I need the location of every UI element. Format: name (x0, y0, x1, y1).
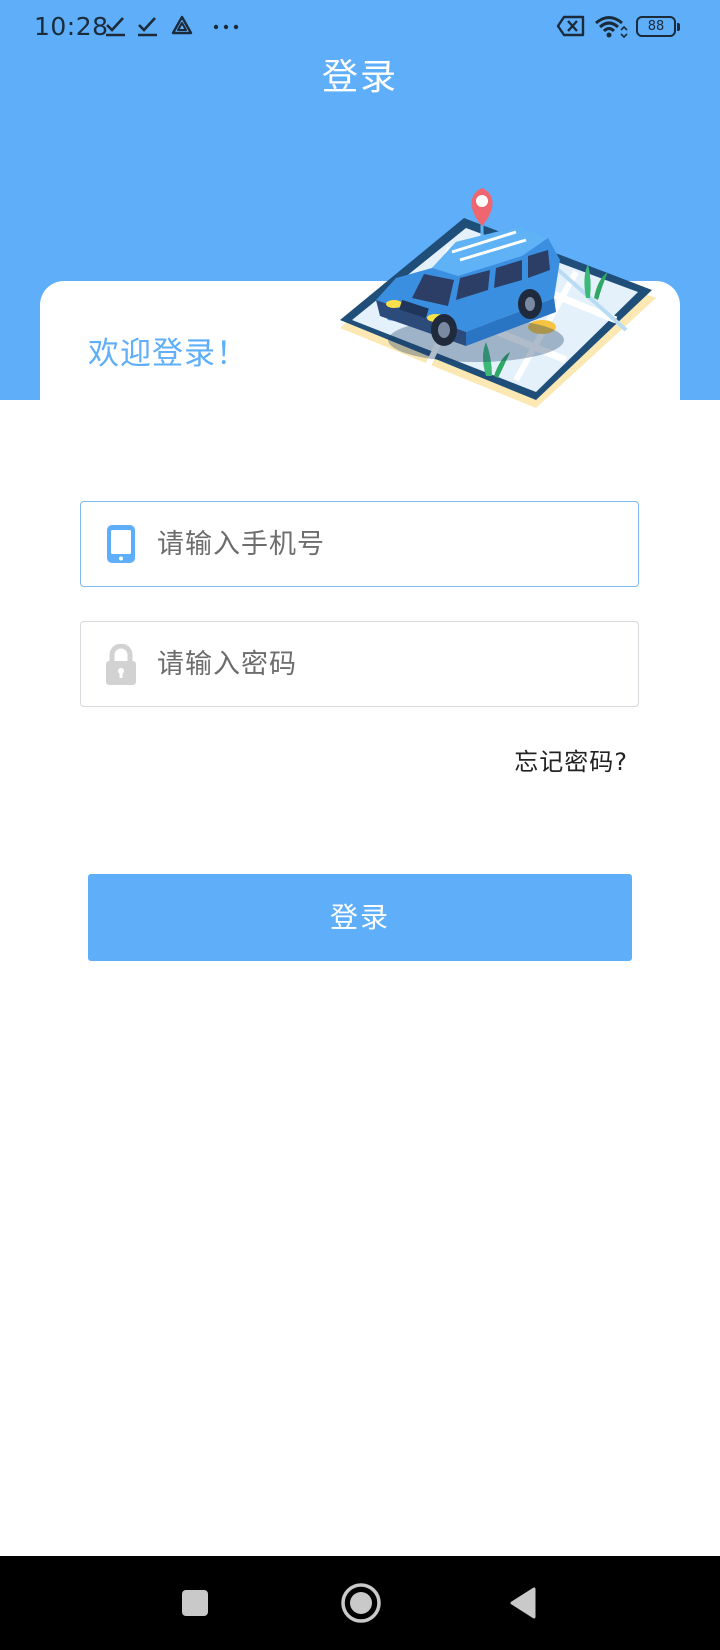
more-dots-icon (213, 24, 239, 30)
forgot-password-link[interactable]: 忘记密码? (514, 742, 628, 777)
lock-icon (106, 644, 136, 685)
login-button[interactable]: 登录 (88, 874, 632, 961)
back-triangle-icon[interactable] (508, 1586, 538, 1620)
battery-icon: 88 (636, 16, 680, 37)
drive-icon (171, 15, 193, 35)
battery-level: 88 (647, 19, 665, 34)
check-icon (138, 17, 157, 37)
check-icon (106, 17, 125, 37)
password-field[interactable] (80, 621, 639, 707)
phone-field[interactable] (80, 501, 639, 587)
password-input[interactable] (157, 622, 617, 706)
home-circle-icon[interactable] (340, 1582, 382, 1624)
phone-icon (107, 525, 135, 563)
navigation-bar (0, 1556, 720, 1650)
status-time: 10:28 (34, 12, 109, 41)
page-title: 登录 (321, 57, 398, 98)
wifi-icon (595, 16, 628, 39)
recents-square-icon[interactable] (180, 1588, 210, 1618)
welcome-text: 欢迎登录！ (88, 336, 248, 372)
car-on-map-illustration (340, 188, 656, 408)
sim-off-icon (556, 15, 585, 37)
phone-input[interactable] (157, 502, 617, 586)
